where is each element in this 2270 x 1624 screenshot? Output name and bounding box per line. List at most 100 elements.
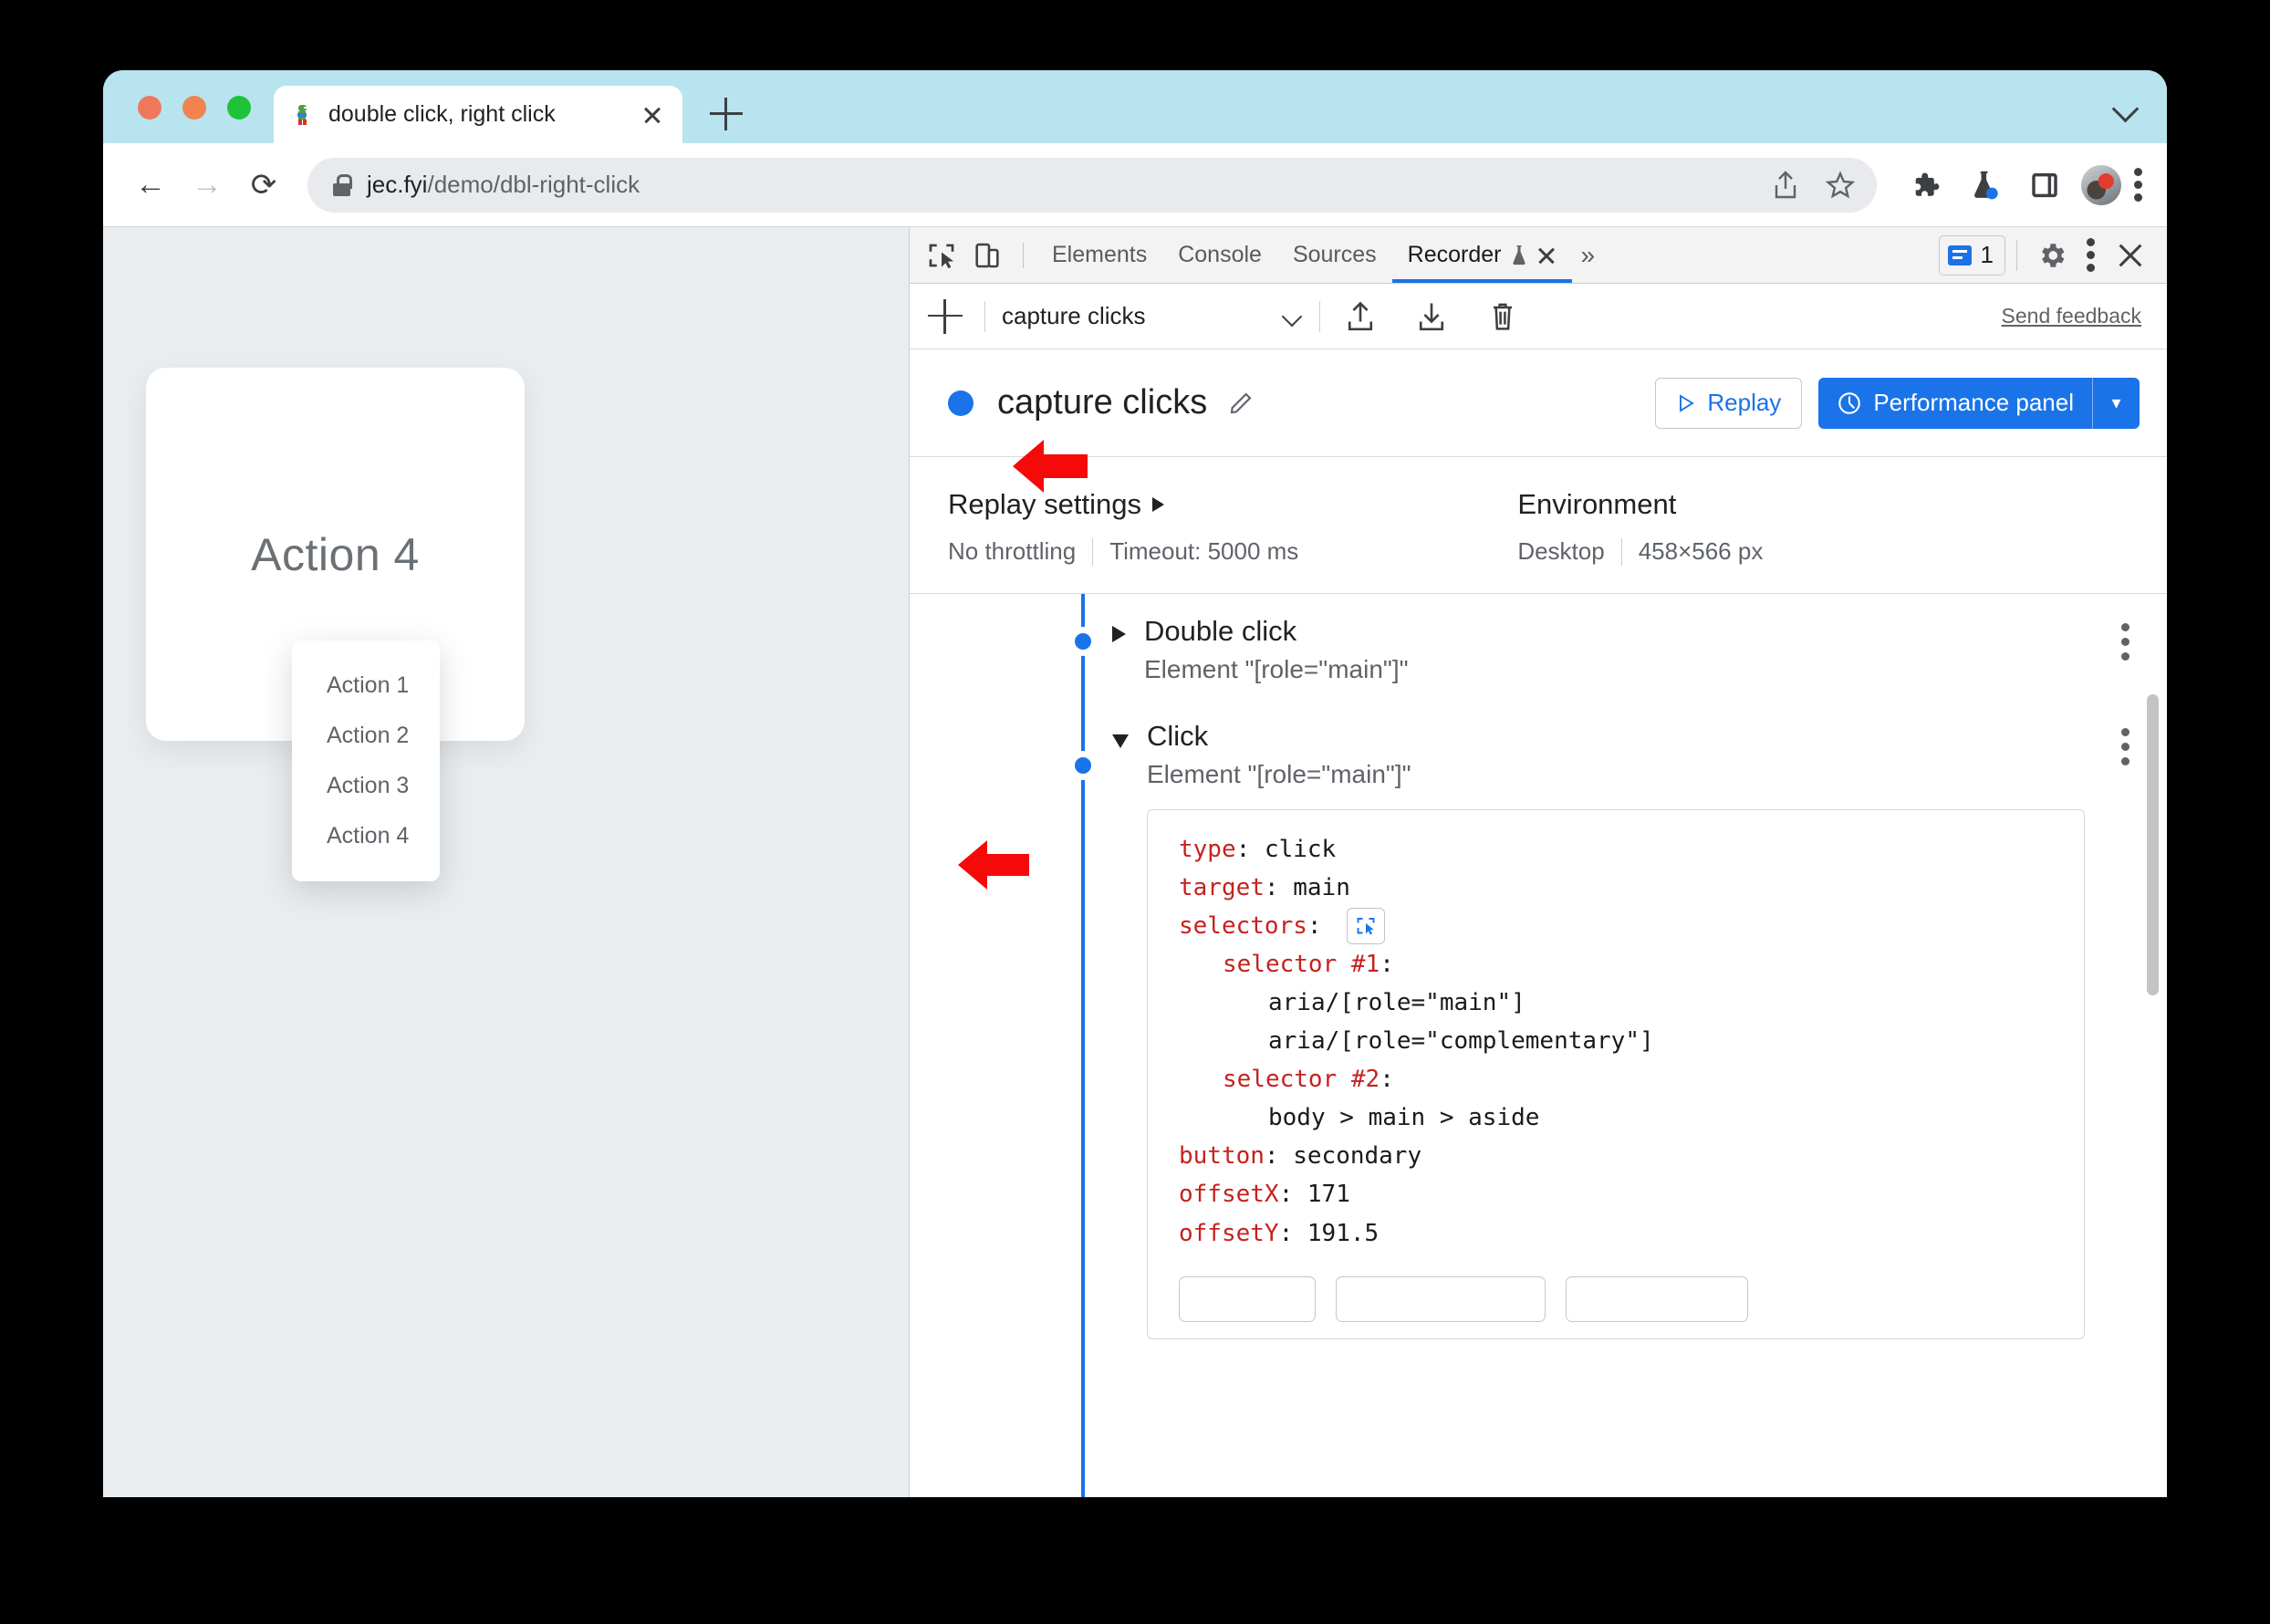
browser-body: Action 4 Action 1 Action 2 Action 3 Acti… (103, 227, 2167, 1497)
add-recording-button[interactable] (928, 298, 963, 334)
new-tab-button[interactable] (710, 98, 743, 130)
tab-elements[interactable]: Elements (1036, 227, 1162, 283)
experiments-flask-icon[interactable] (1961, 161, 2008, 209)
recording-status-dot (948, 390, 974, 416)
code-action-buttons (1179, 1275, 2084, 1322)
steps-scrollbar[interactable] (2147, 594, 2161, 1497)
code-action-button[interactable] (1336, 1275, 1546, 1322)
inspect-element-icon[interactable] (919, 234, 964, 276)
recorder-file-actions (1337, 293, 1526, 340)
bookmark-star-icon[interactable] (1817, 161, 1864, 209)
tab-search-chevron-down-icon[interactable] (2116, 99, 2140, 112)
export-icon[interactable] (1408, 293, 1455, 340)
url-text: jec.fyi/demo/dbl-right-click (367, 171, 640, 199)
devtools-tab-bar: Elements Console Sources Recorder » 1 (910, 227, 2167, 284)
forward-button[interactable]: → (182, 160, 233, 211)
expand-chevron-right-icon[interactable] (1112, 626, 1126, 642)
import-icon[interactable] (1337, 293, 1384, 340)
environment-group: Environment Desktop 458×566 px (1517, 488, 1763, 566)
code-key: target (1179, 873, 1265, 901)
tab-sources[interactable]: Sources (1277, 227, 1392, 283)
issues-icon (1947, 245, 1972, 265)
select-element-icon[interactable] (1347, 908, 1386, 945)
code-key: button (1179, 1142, 1265, 1171)
environment-label: Environment (1517, 488, 1677, 520)
code-action-button[interactable] (1179, 1275, 1316, 1322)
issues-count: 1 (1980, 241, 1994, 268)
code-line-selector1: selector #1: (1223, 950, 1394, 978)
chevron-down-icon (1283, 311, 1303, 322)
devtools-panel: Elements Console Sources Recorder » 1 ca… (909, 227, 2167, 1497)
pencil-edit-icon[interactable] (1227, 390, 1255, 417)
toolbar-icon-group (1900, 161, 2143, 209)
reload-button[interactable]: ⟳ (238, 160, 289, 211)
tab-console[interactable]: Console (1162, 227, 1277, 283)
tab-recorder[interactable]: Recorder (1391, 227, 1572, 283)
step-click[interactable]: Click Element "[role="main"]" type: clic… (910, 719, 2167, 1339)
extensions-puzzle-icon[interactable] (1900, 161, 1948, 209)
context-menu-item[interactable]: Action 1 (292, 661, 440, 711)
close-devtools-icon[interactable] (2107, 232, 2154, 279)
step-more-options-icon[interactable] (2121, 726, 2130, 768)
address-bar[interactable]: jec.fyi/demo/dbl-right-click (307, 157, 1877, 213)
device-toolbar-icon[interactable] (964, 234, 1010, 276)
step-more-options-icon[interactable] (2121, 621, 2130, 663)
side-panel-icon[interactable] (2021, 161, 2068, 209)
steps-list: Double click Element "[role="main"]" Cli… (910, 594, 2167, 1497)
share-icon[interactable] (1762, 161, 1809, 209)
profile-avatar[interactable] (2081, 164, 2121, 205)
more-tabs-icon[interactable]: » (1572, 241, 1605, 270)
step-double-click[interactable]: Double click Element "[role="main"]" (910, 614, 2167, 684)
window-controls (138, 96, 251, 120)
code-line-selector2-value: body > main > aside (1268, 1104, 1540, 1132)
maximize-window-button[interactable] (227, 96, 251, 120)
send-feedback-link[interactable]: Send feedback (2002, 304, 2141, 328)
browser-tab[interactable]: double click, right click (274, 86, 682, 143)
code-line-selector2: selector #2: (1223, 1066, 1394, 1094)
settings-row: Replay settings No throttling Timeout: 5… (910, 457, 2167, 594)
delete-icon[interactable] (1479, 293, 1526, 340)
code-key: offsetX (1179, 1181, 1279, 1209)
close-tab-icon[interactable] (639, 101, 666, 129)
minimize-window-button[interactable] (182, 96, 206, 120)
close-window-button[interactable] (138, 96, 161, 120)
performance-panel-label: Performance panel (1873, 389, 2074, 416)
code-value: main (1293, 873, 1350, 901)
context-menu-item[interactable]: Action 3 (292, 761, 440, 811)
performance-panel-button[interactable]: Performance panel (1818, 377, 2092, 429)
performance-panel-split-button: Performance panel ▾ (1818, 377, 2140, 429)
chrome-menu-icon[interactable] (2134, 165, 2143, 205)
context-menu-item[interactable]: Action 2 (292, 711, 440, 761)
card-label: Action 4 (251, 528, 420, 580)
replay-settings-values: No throttling Timeout: 5000 ms (948, 537, 1298, 566)
collapse-chevron-down-icon[interactable] (1112, 734, 1129, 748)
devtools-more-options-icon[interactable] (2087, 235, 2096, 276)
step-subtitle: Element "[role="main"]" (1147, 759, 1411, 788)
steps-scrollbar-thumb[interactable] (2147, 694, 2159, 995)
recording-header-actions: Replay Performance panel ▾ (1655, 377, 2140, 429)
experimental-flask-icon (1511, 245, 1527, 266)
recording-selector[interactable]: capture clicks (1002, 302, 1303, 330)
code-key: type (1179, 835, 1236, 863)
device-value: Desktop (1517, 537, 1605, 565)
replay-button[interactable]: Replay (1655, 377, 1803, 429)
code-action-button[interactable] (1566, 1275, 1748, 1322)
replay-settings-header[interactable]: Replay settings (948, 488, 1298, 521)
viewport-value: 458×566 px (1638, 537, 1764, 565)
browser-toolbar: ← → ⟳ jec.fyi/demo/dbl-right-click (103, 143, 2167, 227)
step-title: Click (1147, 719, 1209, 752)
environment-values: Desktop 458×566 px (1517, 537, 1763, 566)
replay-settings-group: Replay settings No throttling Timeout: 5… (948, 488, 1298, 566)
code-line-offsety: offsetY: 191.5 (1179, 1219, 1380, 1247)
url-path: /demo/dbl-right-click (427, 171, 640, 198)
code-line-selector1-value: aria/[role="main"] (1268, 988, 1525, 1016)
context-menu-item[interactable]: Action 4 (292, 811, 440, 861)
issues-badge[interactable]: 1 (1938, 234, 2005, 276)
gear-icon[interactable] (2028, 232, 2076, 279)
divider (2016, 239, 2017, 271)
close-recorder-tab-icon[interactable] (1536, 245, 1557, 265)
back-button[interactable]: ← (125, 160, 176, 211)
performance-panel-caret-icon[interactable]: ▾ (2092, 377, 2140, 429)
environment-header: Environment (1517, 488, 1763, 521)
code-value: click (1264, 835, 1337, 863)
